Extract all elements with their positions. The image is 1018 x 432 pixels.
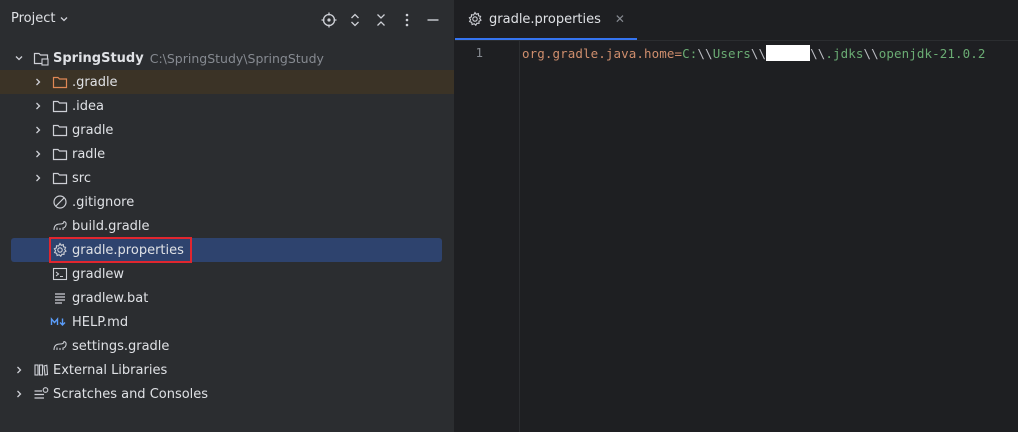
project-panel: Project SpringStudy C:\SpringStudy\Sprin… <box>0 0 455 432</box>
tree-item-gitignore[interactable]: .gitignore <box>0 190 454 214</box>
value-escape: \\ <box>697 46 713 61</box>
gear-icon <box>52 242 68 258</box>
value-jdks: .jdks <box>825 46 864 61</box>
folder-icon <box>52 170 68 186</box>
item-label: .idea <box>72 98 104 114</box>
project-panel-header: Project <box>0 0 454 40</box>
editor-tab-bar: gradle.properties ✕ <box>455 0 1018 41</box>
text-file-icon <box>52 290 68 306</box>
tree-item-external-libraries[interactable]: External Libraries <box>0 358 454 382</box>
chevron-down-icon <box>59 14 69 24</box>
project-view-selector[interactable]: Project <box>11 11 69 26</box>
project-title: Project <box>11 11 56 26</box>
tree-root-springstudy[interactable]: SpringStudy C:\SpringStudy\SpringStudy <box>0 46 454 70</box>
chevron-right-icon[interactable] <box>30 122 46 138</box>
folder-icon <box>52 146 68 162</box>
item-label: gradlew.bat <box>72 290 149 306</box>
chevron-right-icon[interactable] <box>30 74 46 90</box>
item-label: gradlew <box>72 266 125 282</box>
item-label: src <box>72 170 91 186</box>
scratches-icon <box>33 386 49 402</box>
more-options-icon[interactable] <box>398 11 416 29</box>
code-line-1[interactable]: org.gradle.java.home=C:\\Users\\ \\.jdks\… <box>522 45 986 61</box>
tree-item-dot-idea[interactable]: .idea <box>0 94 454 118</box>
gradle-elephant-icon <box>52 338 68 354</box>
tree-item-dot-gradle[interactable]: .gradle <box>0 70 454 94</box>
item-label: radle <box>72 146 106 162</box>
chevron-right-icon[interactable] <box>30 170 46 186</box>
value-users: Users <box>712 46 751 61</box>
item-label: .gradle <box>72 74 118 90</box>
gear-icon <box>467 11 483 27</box>
tree-item-gradlew-bat[interactable]: gradlew.bat <box>0 286 454 310</box>
chevron-right-icon[interactable] <box>11 362 27 378</box>
tree-item-radle[interactable]: radle <box>0 142 454 166</box>
library-icon <box>33 362 49 378</box>
tree-item-gradlew[interactable]: gradlew <box>0 262 454 286</box>
tree-item-build-gradle[interactable]: build.gradle <box>0 214 454 238</box>
minimize-icon[interactable] <box>424 11 442 29</box>
module-folder-icon <box>33 50 49 66</box>
item-label: gradle <box>72 122 114 138</box>
editor-area: gradle.properties ✕ 1 org.gradle.java.ho… <box>455 0 1018 432</box>
tree-item-help-md[interactable]: HELP.md <box>0 310 454 334</box>
value-jdk-version: openjdk-21.0.2 <box>878 46 986 61</box>
redacted-username <box>766 45 811 61</box>
item-label: External Libraries <box>53 362 168 378</box>
line-number-gutter: 1 <box>455 41 520 432</box>
tree-item-gradle[interactable]: gradle <box>0 118 454 142</box>
folder-icon <box>52 122 68 138</box>
tab-gradle-properties[interactable]: gradle.properties ✕ <box>455 0 637 40</box>
chevron-down-icon[interactable] <box>11 50 27 66</box>
tree-item-settings-gradle[interactable]: settings.gradle <box>0 334 454 358</box>
item-label: settings.gradle <box>72 338 170 354</box>
collapse-all-icon[interactable] <box>372 11 390 29</box>
item-label: HELP.md <box>72 314 129 330</box>
item-label: gradle.properties <box>72 242 184 258</box>
locate-icon[interactable] <box>320 11 338 29</box>
root-path: C:\SpringStudy\SpringStudy <box>149 50 324 66</box>
line-number: 1 <box>475 45 483 60</box>
chevron-right-icon[interactable] <box>30 98 46 114</box>
value-drive: C: <box>682 46 698 61</box>
tree-item-gradle-properties[interactable]: gradle.properties <box>11 238 442 262</box>
expand-all-icon[interactable] <box>346 11 364 29</box>
ignore-file-icon <box>52 194 68 210</box>
property-equals: = <box>674 46 683 61</box>
item-label: Scratches and Consoles <box>53 386 209 402</box>
value-escape: \\ <box>810 46 826 61</box>
value-escape: \\ <box>863 46 879 61</box>
property-key: org.gradle.java.home <box>522 46 675 61</box>
chevron-right-icon[interactable] <box>30 146 46 162</box>
item-label: build.gradle <box>72 218 150 234</box>
markdown-icon <box>50 314 68 330</box>
gradle-elephant-icon <box>52 218 68 234</box>
folder-icon <box>52 98 68 114</box>
chevron-right-icon[interactable] <box>11 386 27 402</box>
tab-label: gradle.properties <box>489 11 601 27</box>
tree-item-scratches-and-consoles[interactable]: Scratches and Consoles <box>0 382 454 406</box>
value-escape: \\ <box>750 46 767 61</box>
item-label: .gitignore <box>72 194 135 210</box>
folder-excluded-icon <box>52 74 68 90</box>
close-icon[interactable]: ✕ <box>615 12 625 26</box>
tree-item-src[interactable]: src <box>0 166 454 190</box>
root-name: SpringStudy <box>53 50 144 66</box>
shell-script-icon <box>52 266 68 282</box>
